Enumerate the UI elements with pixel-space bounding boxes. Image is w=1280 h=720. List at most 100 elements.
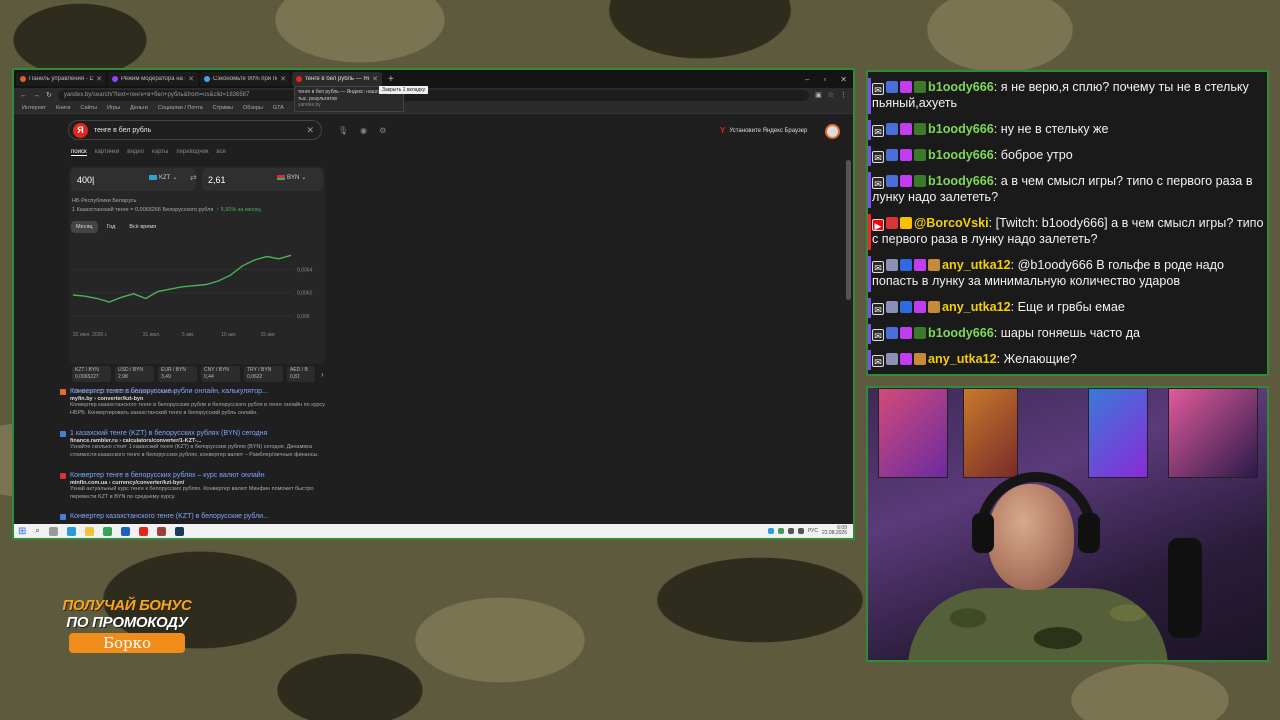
result-item[interactable]: Конвертер тенге в белорусские рубли онла… (60, 388, 330, 418)
chevron-right-icon[interactable]: › (321, 370, 324, 379)
search-icon[interactable]: ⌕ (35, 526, 39, 536)
camera-icon[interactable]: ◉ (360, 126, 367, 135)
result-title[interactable]: 1 казахский тенге (KZT) в белорусских ру… (70, 430, 330, 438)
close-window-icon[interactable]: ✕ (840, 75, 847, 84)
chrome-icon[interactable] (102, 526, 112, 536)
result-item[interactable]: 1 казахский тенге (KZT) в белорусских ру… (60, 430, 330, 460)
volume-icon[interactable] (797, 528, 804, 534)
ticker-try[interactable]: TRY / BYN 0,0622 (244, 366, 283, 382)
chat-badge-icon (900, 123, 912, 135)
headset-earcup (1078, 513, 1100, 553)
result-title[interactable]: Конвертер тенге в белорусских рублях – к… (70, 472, 330, 480)
obs-icon[interactable] (156, 526, 166, 536)
streamer-shirt (908, 588, 1168, 660)
back-icon[interactable]: ← (20, 92, 27, 99)
clock[interactable]: 6:09 22.08.2026 (822, 525, 847, 537)
telegram-icon[interactable] (767, 528, 774, 534)
tray-app-icon[interactable] (777, 528, 784, 534)
bookmark-item[interactable]: Книги (56, 105, 70, 111)
bookmark-item[interactable]: Социалки / Почта (158, 105, 203, 111)
minimize-icon[interactable]: – (805, 75, 809, 84)
from-currency-select[interactable]: KZT ⌄ (149, 174, 177, 181)
tab-images[interactable]: картинки (95, 149, 120, 156)
to-currency-select[interactable]: BYN ⌄ (277, 174, 306, 181)
tab-video[interactable]: видео (127, 149, 144, 156)
forward-icon[interactable]: → (33, 92, 40, 99)
tab-search[interactable]: поиск (71, 149, 87, 156)
avatar[interactable] (825, 124, 840, 139)
ticker-pair: TRY / BYN (247, 367, 272, 373)
page-scrollbar[interactable] (846, 160, 851, 300)
chat-username[interactable]: b1oody666 (928, 148, 994, 162)
swap-icon[interactable]: ⇄ (190, 173, 197, 182)
tab-close-icon[interactable]: ✕ (280, 75, 286, 83)
chat-username[interactable]: b1oody666 (928, 174, 994, 188)
task-view-icon[interactable] (48, 526, 58, 536)
maximize-icon[interactable]: ▫ (823, 75, 826, 84)
new-tab-icon[interactable]: + (388, 74, 394, 85)
steam-icon[interactable] (174, 526, 184, 536)
bookmark-star-icon[interactable]: ☆ (828, 91, 834, 99)
chat-username[interactable]: b1oody666 (928, 326, 994, 340)
result-title[interactable]: Конвертер казахстанского тенге (KZT) в б… (70, 513, 269, 521)
filter-icon[interactable]: ⚙ (379, 126, 386, 135)
result-item[interactable]: Конвертер казахстанского тенге (KZT) в б… (60, 513, 330, 521)
tab-close-icon[interactable]: ✕ (96, 75, 102, 83)
chat-username[interactable]: @BorcoVski (914, 216, 989, 230)
tab-moderator[interactable]: Режим модератора на канал✕ (108, 72, 198, 86)
tab-translate[interactable]: переводчик (176, 149, 208, 156)
chat-username[interactable]: b1oody666 (928, 122, 994, 136)
chat-username[interactable]: any_utka12 (928, 352, 997, 366)
chat-username[interactable]: any_utka12 (942, 300, 1011, 314)
tab-maps[interactable]: карты (152, 149, 168, 156)
search-box[interactable]: Я тенге в бел рубль ✕ (68, 120, 322, 140)
period-all-button[interactable]: Всё время (124, 221, 162, 233)
result-item[interactable]: Конвертер тенге в белорусских рублях – к… (60, 472, 330, 502)
yandex-browser-taskbar-icon[interactable] (138, 526, 148, 536)
search-input[interactable]: тенге в бел рубль (94, 127, 151, 134)
tab-donation[interactable]: Панель управления - Donatio✕ (16, 72, 106, 86)
webcam-frame (866, 386, 1269, 662)
bookmark-item[interactable]: Стримы (213, 105, 233, 111)
bookmark-item[interactable]: Деньги (130, 105, 148, 111)
tab-all[interactable]: все (217, 149, 226, 156)
chat-message: ✉ b1oody666: боброе утро (868, 146, 1264, 166)
result-title[interactable]: Конвертер тенге в белорусские рубли онла… (70, 388, 330, 396)
tab-save[interactable]: Сэкономьте 90% при покупке✕ (200, 72, 290, 86)
bookmark-item[interactable]: Интернет (22, 105, 46, 111)
tab-yandex[interactable]: тенге в бел рубль — Яндекс✕ (292, 72, 382, 86)
bookmark-item[interactable]: Сайты (80, 105, 97, 111)
bookmark-item[interactable]: Обзоры (243, 105, 263, 111)
network-icon[interactable] (787, 528, 794, 534)
browser-promo[interactable]: Y Установите Яндекс Браузер (720, 126, 807, 135)
explorer-icon[interactable] (84, 526, 94, 536)
tab-close-icon[interactable]: ✕ (188, 75, 194, 83)
period-month-button[interactable]: Месяц (71, 221, 98, 233)
extension-icon[interactable]: ▣ (815, 91, 822, 99)
ticker-cny[interactable]: CNY / BYN 0,44 (201, 366, 240, 382)
menu-dots-icon[interactable]: ⋮ (840, 91, 847, 99)
ticker-kzt[interactable]: KZT / BYN 0,0065227 (72, 366, 111, 382)
period-year-button[interactable]: Год (101, 221, 121, 233)
rate-chart[interactable]: 0,0064 0,0062 0,006 22 июл. 2026 г. 31 июл. 5… (69, 236, 325, 356)
yandex-logo[interactable]: Я (73, 122, 88, 138)
clear-icon[interactable]: ✕ (306, 125, 314, 136)
edge-icon[interactable] (66, 526, 76, 536)
url-field[interactable]: yandex.by/search/?text=тенге+в+бел+рубль… (57, 89, 810, 101)
browser-icon[interactable] (120, 526, 130, 536)
chat-badge-icon (914, 327, 926, 339)
bookmark-item[interactable]: Игры (107, 105, 120, 111)
microphone-icon[interactable]: 🎙 (338, 126, 348, 135)
bookmark-item[interactable]: GTA (273, 105, 284, 111)
ticker-aed[interactable]: AED / B 0,81 (287, 366, 315, 382)
chat-username[interactable]: b1oody666 (928, 80, 994, 94)
windows-start-icon[interactable]: ⊞ (18, 526, 26, 537)
language-indicator[interactable]: РУС (808, 528, 818, 534)
ticker-usd[interactable]: USD / BYN 2,98 (115, 366, 154, 382)
tab-close-icon[interactable]: ✕ (372, 75, 378, 83)
chevron-down-icon: ⌄ (301, 175, 307, 181)
chat-username[interactable]: any_utka12 (942, 258, 1011, 272)
ticker-eur[interactable]: EUR / BYN 3,49 (158, 366, 197, 382)
reload-icon[interactable]: ↻ (46, 91, 52, 99)
chat-badge-icon (886, 149, 898, 161)
